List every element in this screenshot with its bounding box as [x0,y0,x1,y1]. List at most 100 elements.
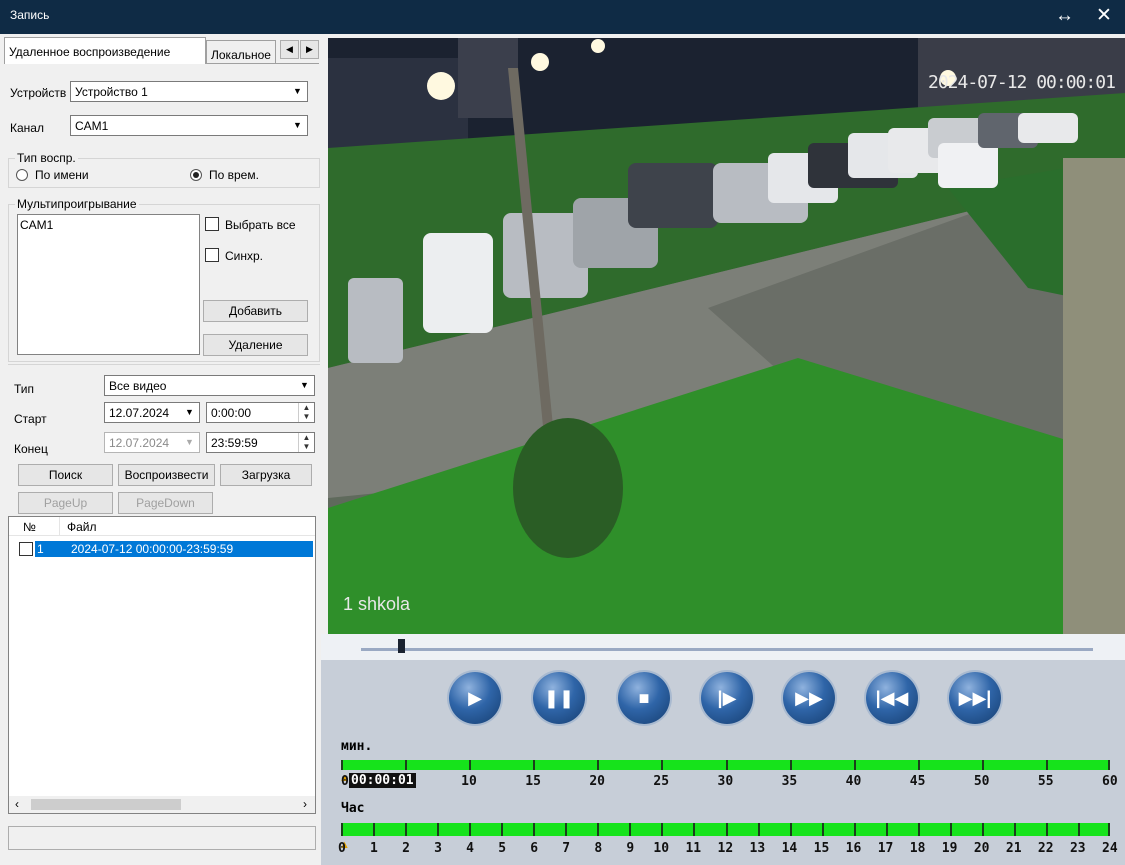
hour-tick-label: 22 [1037,841,1054,856]
close-icon[interactable]: ✕ [1096,4,1112,28]
hours-label: Час [341,801,365,816]
device-value: Устройство 1 [75,85,148,99]
minute-tick-label: 15 [525,774,541,789]
play-files-button[interactable]: Воспроизвести [118,464,215,486]
add-button[interactable]: Добавить [203,300,308,322]
pause-button[interactable]: ❚❚ [533,672,585,724]
end-date-picker[interactable]: 12.07.2024 ▼ [104,432,200,453]
current-time-label: 00:00:01 [349,773,416,788]
minute-tick [981,760,984,770]
recording-window: Запись ↔ ✕ Удаленное воспроизведение Лок… [0,0,1125,865]
time-spinner-icon[interactable]: ▲ ▼ [298,403,314,422]
next-button[interactable]: ▶▶| [949,672,1001,724]
minute-timeline[interactable] [341,760,1110,770]
channel-select[interactable]: CAM1 ▼ [70,115,308,136]
scrollbar-thumb[interactable] [31,799,181,810]
scroll-right-icon[interactable]: › [303,797,307,811]
sync-checkbox[interactable] [205,248,219,262]
video-view[interactable]: 2024-07-12 00:00:01 1 shkola [328,38,1125,634]
hour-tick-label: 4 [466,841,474,856]
video-type-select[interactable]: Все видео ▼ [104,375,315,396]
camera-list[interactable]: CAM1 [17,214,200,355]
hour-tick [341,823,343,836]
delete-button[interactable]: Удаление [203,334,308,356]
minute-tick [661,760,664,770]
row-file: 2024-07-12 00:00:00-23:59:59 [71,542,234,556]
channel-value: CAM1 [75,119,109,133]
hour-tick [981,823,984,836]
row-checkbox[interactable] [19,542,33,556]
hour-tick [565,823,568,836]
page-down-button[interactable]: PageDown [118,492,213,514]
select-all-checkbox[interactable] [205,217,219,231]
scroll-left-icon[interactable]: ‹ [15,797,19,811]
chevron-down-icon: ▼ [293,86,302,96]
hour-tick-label: 13 [749,841,766,856]
table-header: № Файл [9,517,315,536]
column-header-no[interactable]: № [23,520,36,534]
page-up-button[interactable]: PageUp [18,492,113,514]
fast-forward-button[interactable]: ▶▶ [783,672,835,724]
by-time-label: По врем. [209,168,259,182]
hour-tick-label: 19 [941,841,958,856]
minute-tick-label: 30 [717,774,734,789]
list-item[interactable]: CAM1 [18,215,199,235]
tab-local[interactable]: Локальное [206,40,276,64]
by-time-radio[interactable] [190,169,202,181]
time-spinner-icon[interactable]: ▲ ▼ [298,433,314,452]
step-button[interactable]: |▶ [701,672,753,724]
minute-tick-label: 35 [781,774,798,789]
hour-tick-label: 15 [813,841,830,856]
end-time-field[interactable]: 23:59:59 ▲ ▼ [206,432,315,453]
hour-tick [597,823,600,836]
search-button[interactable]: Поиск [18,464,113,486]
file-table: № Файл 1 2024-07-12 00:00:00-23:59:59 ‹ … [8,516,316,814]
hour-tick-label: 7 [562,841,571,856]
start-date-picker[interactable]: 12.07.2024 ▼ [104,402,200,423]
chevron-down-icon: ▼ [300,380,309,390]
column-header-file[interactable]: Файл [67,520,97,534]
minute-tick [789,760,792,770]
minute-tick-label: 55 [1037,774,1054,789]
hour-tick [629,823,632,836]
minute-tick-label: 60 [1102,774,1118,789]
hour-tick [405,823,408,836]
tab-remote-playback[interactable]: Удаленное воспроизведение [4,37,206,64]
hour-tick [725,823,728,836]
hour-tick-label: 16 [845,841,862,856]
minute-tick-label: 10 [461,774,477,789]
hour-timeline[interactable] [341,823,1110,836]
hour-tick [853,823,856,836]
start-date-value: 12.07.2024 [109,406,170,420]
table-row[interactable]: 1 2024-07-12 00:00:00-23:59:59 [35,541,313,557]
hour-tick-label: 2 [402,841,410,856]
hour-tick [949,823,952,836]
device-select[interactable]: Устройство 1 ▼ [70,81,308,102]
hour-tick-label: 8 [594,841,603,856]
hour-tick [917,823,920,836]
tab-scroll-left-icon[interactable]: ◀ [280,40,299,59]
hour-tick [501,823,504,836]
hour-tick [373,823,376,836]
hour-tick [789,823,792,836]
channel-label: Канал [10,121,44,135]
playback-controls: ▶ ❚❚ ■ |▶ ▶▶ |◀◀ ▶▶| мин. ▲ 0 10 15 20 25 30 35 40 45 5… [321,634,1125,865]
horizontal-scrollbar[interactable]: ‹ › [9,796,315,813]
start-time-field[interactable]: 0:00:00 ▲ ▼ [206,402,315,423]
hour-tick-label: 17 [877,841,894,856]
tab-scroll-right-icon[interactable]: ▶ [300,40,319,59]
progress-handle[interactable] [397,639,405,653]
chevron-down-icon: ▼ [185,407,194,417]
download-button[interactable]: Загрузка [220,464,312,486]
hour-tick [1077,823,1080,836]
progress-track[interactable] [361,648,1093,651]
previous-button[interactable]: |◀◀ [866,672,918,724]
resize-icon[interactable]: ↔ [1055,4,1074,28]
by-name-radio[interactable] [16,169,28,181]
minute-tick [469,760,472,770]
hour-tick-label: 18 [909,841,926,856]
stop-button[interactable]: ■ [618,672,670,724]
play-button[interactable]: ▶ [449,672,501,724]
hour-tick [437,823,440,836]
end-date-value: 12.07.2024 [109,436,170,450]
